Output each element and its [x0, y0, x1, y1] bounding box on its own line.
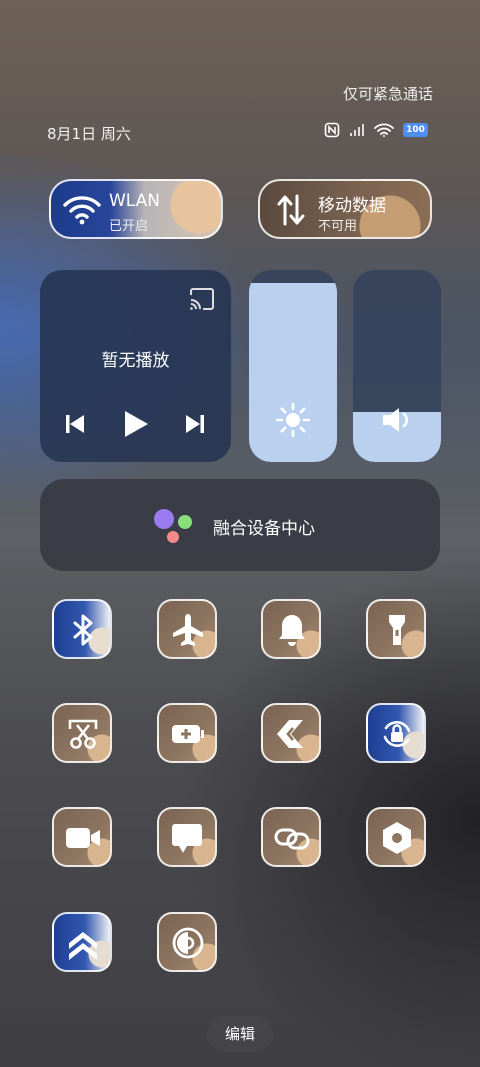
settings-tile[interactable]: [366, 807, 426, 867]
cast-icon[interactable]: [189, 288, 215, 314]
next-track-button[interactable]: [184, 409, 206, 443]
volume-slider[interactable]: [353, 270, 441, 462]
link-sharing-tile[interactable]: [261, 807, 321, 867]
airplane-icon: [173, 614, 203, 646]
signal-icon: [349, 123, 365, 137]
nfc-icon: [324, 122, 340, 138]
eye-comfort-tile[interactable]: [157, 912, 217, 972]
now-playing-label: 暂无播放: [101, 351, 170, 371]
fusion-label: 融合设备中心: [213, 519, 315, 539]
brightness-slider[interactable]: [249, 270, 337, 462]
eye-comfort-icon: [172, 927, 204, 959]
flashlight-tile[interactable]: [366, 599, 426, 659]
battery-saver-tile[interactable]: [157, 703, 217, 763]
wlan-title: WLAN: [109, 191, 161, 211]
wifi-icon: [374, 123, 394, 137]
date-label: 8月1日 周六: [47, 125, 131, 143]
play-button[interactable]: [122, 409, 150, 443]
status-bar-icons: 100: [324, 122, 428, 138]
silent-mode-tile[interactable]: [261, 599, 321, 659]
battery-icon: 100: [403, 123, 428, 137]
bell-icon: [279, 615, 305, 646]
link-icon: [274, 828, 310, 850]
share-tile[interactable]: [261, 703, 321, 763]
mobile-data-toggle[interactable]: 移动数据 不可用: [258, 179, 432, 239]
screen-cast-tile[interactable]: [157, 807, 217, 867]
mobile-data-status: 不可用: [318, 219, 358, 234]
device-fusion-center[interactable]: 融合设备中心: [40, 479, 440, 571]
data-transfer-icon: [276, 194, 306, 230]
video-camera-icon: [66, 828, 100, 848]
bluetooth-icon: [73, 614, 93, 646]
media-card: 暂无播放: [40, 270, 231, 462]
bluetooth-tile[interactable]: [52, 599, 112, 659]
flashlight-icon: [389, 615, 405, 645]
screenshot-tile[interactable]: [52, 703, 112, 763]
wifi-icon: [63, 195, 101, 229]
hexagon-settings-icon: [383, 822, 411, 854]
wlan-status: 已开启: [109, 219, 149, 234]
rotate-lock-icon: [383, 721, 411, 747]
screen-cast-icon: [172, 824, 202, 853]
emergency-call-status: 仅可紧急通话: [342, 85, 433, 103]
scissors-icon: [68, 719, 98, 749]
volume-icon: [353, 406, 441, 438]
wlan-toggle[interactable]: WLAN 已开启: [49, 179, 223, 239]
super-mode-tile[interactable]: [52, 912, 112, 972]
fusion-logo-icon: [150, 507, 196, 549]
battery-saver-icon: [172, 725, 204, 743]
mobile-data-title: 移动数据: [318, 196, 386, 216]
edit-button[interactable]: 编辑: [207, 1016, 273, 1052]
previous-track-button[interactable]: [64, 409, 86, 443]
double-chevron-up-icon: [69, 932, 97, 960]
airplane-mode-tile[interactable]: [157, 599, 217, 659]
share-icon: [277, 720, 303, 748]
screen-recorder-tile[interactable]: [52, 807, 112, 867]
auto-rotate-lock-tile[interactable]: [366, 703, 426, 763]
brightness-icon: [249, 402, 337, 442]
